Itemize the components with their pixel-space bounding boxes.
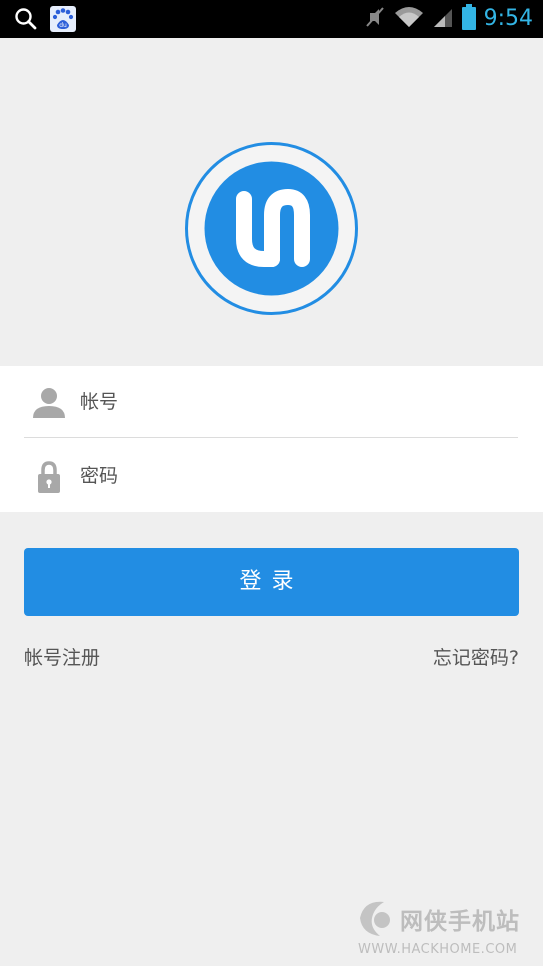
register-link[interactable]: 帐号注册	[24, 645, 100, 671]
username-input[interactable]	[80, 384, 500, 420]
status-time: 9:54	[483, 6, 533, 31]
search-icon	[14, 7, 38, 35]
wifi-icon	[394, 5, 424, 33]
username-row	[24, 366, 518, 438]
login-button[interactable]: 登录	[24, 548, 519, 616]
watermark: 网侠手机站 WWW.HACKHOME.COM	[352, 894, 538, 962]
watermark-name: 网侠手机站	[400, 909, 520, 935]
mute-icon	[364, 5, 386, 33]
signal-icon	[432, 5, 454, 33]
password-input[interactable]	[80, 458, 500, 494]
app-logo	[184, 141, 359, 316]
watermark-url: WWW.HACKHOME.COM	[358, 942, 518, 957]
lock-icon	[32, 460, 66, 494]
baidu-icon: du	[50, 6, 76, 36]
svg-text:du: du	[59, 22, 67, 29]
forgot-password-link[interactable]: 忘记密码?	[433, 645, 519, 671]
status-bar: du 9:54	[0, 0, 543, 38]
user-icon	[32, 386, 66, 420]
watermark-logo-icon	[360, 901, 390, 936]
password-row	[24, 440, 518, 512]
login-form	[0, 366, 543, 512]
battery-icon	[461, 4, 476, 34]
